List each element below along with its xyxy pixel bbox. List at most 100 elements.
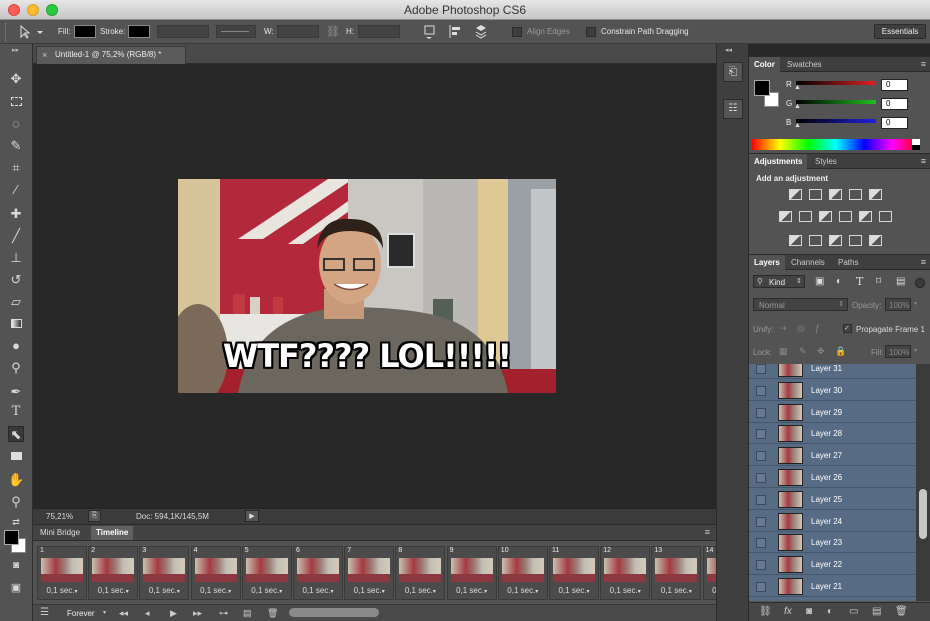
frame-delay[interactable]: 0,1 sec.▾ <box>89 586 137 595</box>
timeline-panel-menu-icon[interactable]: ≡ <box>705 527 710 537</box>
path-selection-tool-preset-icon[interactable] <box>18 25 44 39</box>
tab-paths[interactable]: Paths <box>833 255 863 270</box>
layer-row[interactable]: Layer 23 <box>749 532 930 554</box>
layer-row[interactable]: Layer 29 <box>749 401 930 423</box>
threshold-icon[interactable] <box>829 235 842 246</box>
filter-toggle[interactable] <box>915 278 925 288</box>
duplicate-frame-icon[interactable]: ▤ <box>243 608 252 619</box>
unify-position-icon[interactable]: ⇢ <box>779 323 787 334</box>
timeline-frame[interactable]: 11 0,1 sec.▾ <box>549 546 599 600</box>
channel-value-field[interactable]: 0 <box>881 98 908 110</box>
layer-visibility-toggle[interactable] <box>756 385 766 396</box>
blur-tool-icon[interactable]: ● <box>8 338 24 354</box>
document-image[interactable]: WTF???? LOL!!!!! <box>178 179 556 393</box>
timeline-frame[interactable]: 8 0,1 sec.▾ <box>395 546 446 600</box>
propagate-frame-checkbox[interactable]: ✓ <box>843 324 852 333</box>
next-frame-icon[interactable]: ▸▸ <box>193 608 202 619</box>
tab-mini-bridge[interactable]: Mini Bridge <box>35 526 85 540</box>
lock-image-icon[interactable]: ✎ <box>799 346 807 357</box>
layer-row[interactable]: Layer 28 <box>749 423 930 445</box>
frame-delay[interactable]: 0,1 sec.▾ <box>499 586 547 595</box>
crop-tool-icon[interactable]: ⌗ <box>8 160 24 176</box>
close-document-icon[interactable]: × <box>42 47 47 63</box>
layer-row[interactable]: Layer 30 <box>749 379 930 401</box>
clone-stamp-tool-icon[interactable]: ⊥ <box>8 250 24 266</box>
eyedropper-tool-icon[interactable]: ⁄ <box>8 182 24 198</box>
collapse-tools-icon[interactable]: ▸▸ <box>12 46 19 54</box>
path-arrangement-icon[interactable] <box>473 24 489 40</box>
marquee-tool-icon[interactable] <box>8 94 24 110</box>
first-frame-icon[interactable]: ◂◂ <box>119 608 128 619</box>
frame-delay[interactable]: 0,1 sec.▾ <box>140 586 188 595</box>
properties-panel-icon[interactable]: ☷ <box>723 99 743 119</box>
link-layers-icon[interactable]: ⛓ <box>759 606 772 617</box>
timeline-frame[interactable]: 3 0,1 sec.▾ <box>139 546 190 600</box>
layer-visibility-toggle[interactable] <box>756 582 766 592</box>
timeline-frame[interactable]: 12 0,1 sec.▾ <box>600 546 651 600</box>
color-spectrum-ramp[interactable] <box>752 139 920 150</box>
stroke-type-select[interactable] <box>216 25 256 38</box>
width-field[interactable] <box>277 25 319 38</box>
new-layer-icon[interactable]: ▤ <box>872 606 881 617</box>
new-adjustment-layer-icon[interactable]: ◐ <box>827 606 833 617</box>
status-menu-arrow-icon[interactable]: ▶ <box>245 510 259 522</box>
quick-mask-icon[interactable]: ◙ <box>8 558 24 574</box>
stroke-width-field[interactable] <box>157 25 209 38</box>
opacity-dropdown-icon[interactable]: ▾ <box>914 300 917 307</box>
swap-colors-icon[interactable]: ⇄ <box>8 514 24 530</box>
channel-slider[interactable] <box>796 119 876 123</box>
path-alignment-icon[interactable] <box>448 24 462 39</box>
layer-row[interactable]: Layer 22 <box>749 554 930 576</box>
timeline-frame[interactable]: 2 0,1 sec.▾ <box>88 546 139 600</box>
path-selection-tool-icon[interactable]: ⬉ <box>8 426 24 442</box>
opacity-field[interactable]: 100% <box>885 298 911 311</box>
frame-delay[interactable]: 0,1 sec.▾ <box>601 586 649 595</box>
tab-styles[interactable]: Styles <box>810 154 842 169</box>
share-icon[interactable]: ⎘ <box>88 510 101 522</box>
fill-field[interactable]: 100% <box>885 345 911 358</box>
levels-icon[interactable] <box>809 189 822 200</box>
layer-visibility-toggle[interactable] <box>756 516 766 527</box>
selective-color-icon[interactable] <box>849 235 862 246</box>
fill-dropdown-icon[interactable]: ▾ <box>914 347 917 354</box>
layer-style-icon[interactable]: fx <box>784 606 792 617</box>
tab-channels[interactable]: Channels <box>786 255 830 270</box>
frame-delay[interactable]: 0,1 sec.▾ <box>192 586 240 595</box>
screen-mode-icon[interactable]: ▣ <box>8 580 24 596</box>
invert-icon[interactable] <box>789 235 802 246</box>
layer-row[interactable]: Layer 25 <box>749 488 930 510</box>
loop-dropdown-icon[interactable]: ▾ <box>103 609 106 616</box>
layer-scrollbar-thumb[interactable] <box>919 489 927 539</box>
filter-type-icon[interactable]: T <box>856 275 863 288</box>
color-lookup-icon[interactable] <box>879 211 892 222</box>
layer-visibility-toggle[interactable] <box>756 473 766 483</box>
color-balance-icon[interactable] <box>799 211 812 222</box>
layer-visibility-toggle[interactable] <box>756 560 766 571</box>
black-white-icon[interactable] <box>819 211 832 222</box>
channel-slider[interactable] <box>796 81 876 85</box>
stroke-swatch[interactable] <box>128 25 150 38</box>
type-tool-icon[interactable]: T <box>8 404 24 420</box>
layer-visibility-toggle[interactable] <box>756 451 766 462</box>
frame-delay[interactable]: 0,1 sec.▾ <box>38 586 86 595</box>
previous-frame-icon[interactable]: ◂ <box>145 608 150 619</box>
constrain-path-checkbox[interactable] <box>586 27 596 37</box>
layer-visibility-toggle[interactable] <box>756 429 766 440</box>
lock-transparent-icon[interactable]: ▦ <box>779 346 788 357</box>
filter-pixel-icon[interactable]: ▣ <box>815 276 824 287</box>
frame-delay[interactable]: 0,1 sec.▾ <box>652 586 700 595</box>
frame-delay[interactable]: 0,1 sec.▾ <box>396 586 444 595</box>
lasso-tool-icon[interactable]: ◌ <box>8 116 24 132</box>
frame-delay[interactable]: 0,1 sec.▾ <box>294 586 342 595</box>
document-tab[interactable]: × Untitled-1 @ 75,2% (RGB/8) * <box>36 46 186 64</box>
unify-visibility-icon[interactable]: ◎ <box>797 323 805 334</box>
posterize-icon[interactable] <box>809 235 822 246</box>
workspace-switcher[interactable]: Essentials <box>874 24 926 39</box>
move-tool-icon[interactable]: ✥ <box>8 71 24 87</box>
adjustments-panel-menu-icon[interactable]: ≡ <box>921 156 926 166</box>
timeline-frame[interactable]: 10 0,1 sec.▾ <box>497 546 548 600</box>
history-brush-tool-icon[interactable]: ↺ <box>8 272 24 288</box>
layer-row[interactable]: Layer 21 <box>749 576 930 597</box>
fill-swatch[interactable] <box>74 25 96 38</box>
loop-select[interactable]: Forever <box>67 609 95 618</box>
